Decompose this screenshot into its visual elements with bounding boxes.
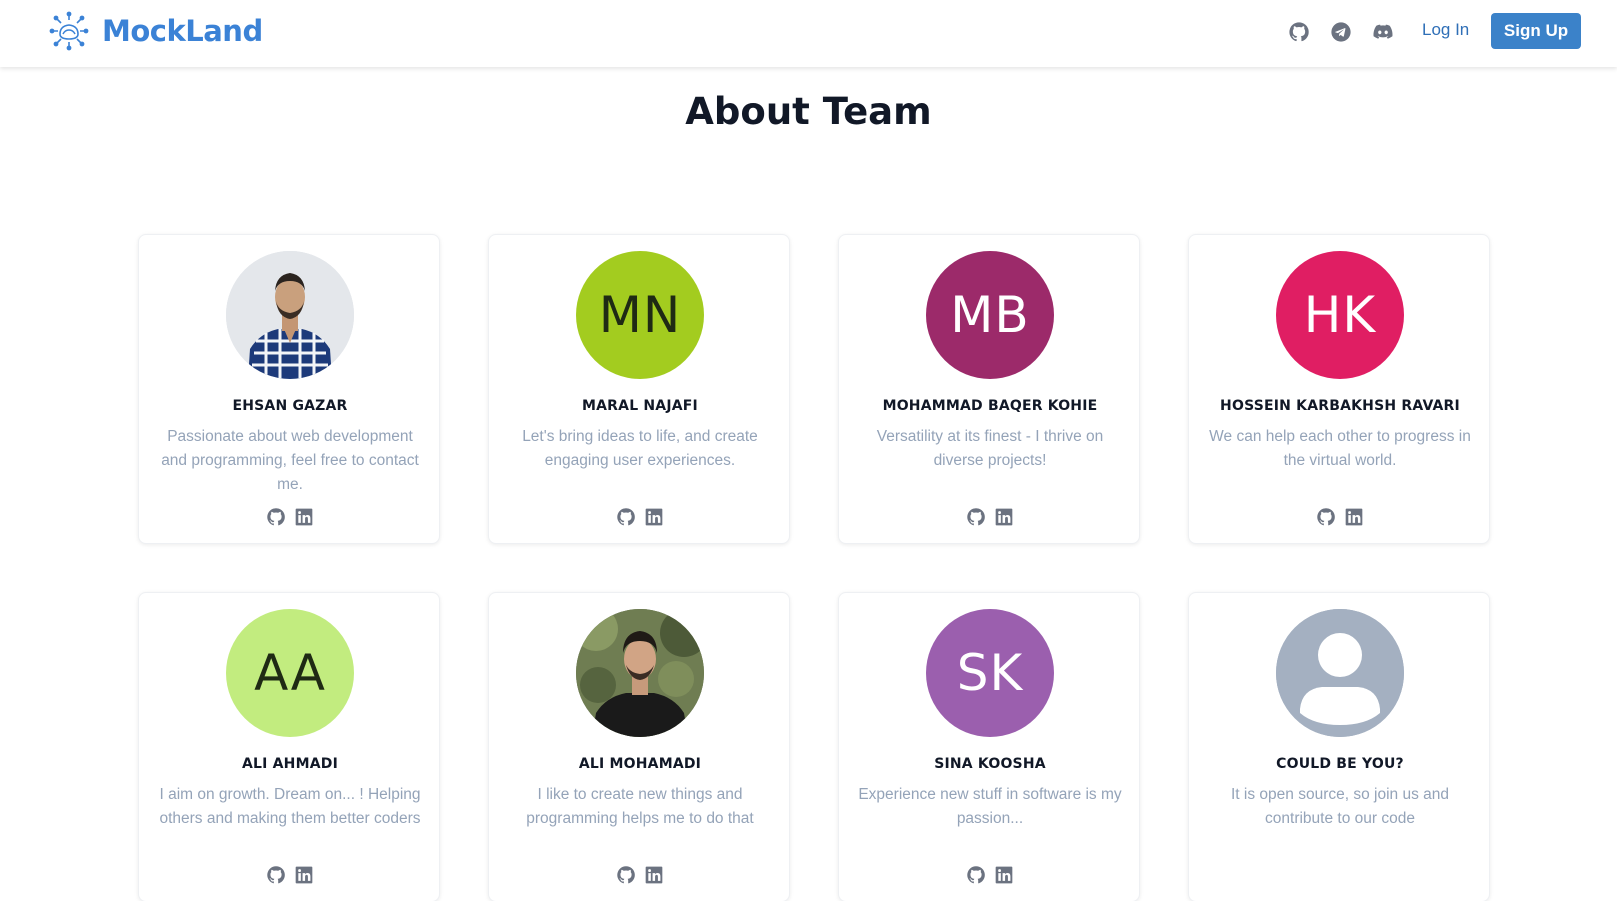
page-title: About Team [685,90,932,133]
avatar [226,251,354,379]
logo-icon [49,11,89,51]
github-icon[interactable] [966,507,986,527]
member-name: ALI MOHAMADI [578,756,702,772]
telegram-icon[interactable] [1330,21,1352,43]
member-name: SINA KOOSHA [934,756,1046,772]
avatar: SK [926,609,1054,737]
avatar: MB [926,251,1054,379]
team-card: ALI MOHAMADI I like to create new things… [488,592,790,901]
member-name: ALI AHMADI [242,756,338,772]
linkedin-icon[interactable] [1344,507,1364,527]
avatar: HK [1276,251,1404,379]
member-socials [139,507,441,527]
member-bio: I aim on growth. Dream on... ! Helping o… [159,786,421,827]
navbar: MockLand Log In Sign Up [0,0,1617,67]
linkedin-icon[interactable] [294,507,314,527]
member-socials [139,865,441,885]
signup-button[interactable]: Sign Up [1491,13,1581,49]
person-photo-icon [576,609,704,737]
avatar [1276,609,1404,737]
member-bio: It is open source, so join us and contri… [1231,786,1449,827]
github-icon[interactable] [966,865,986,885]
github-icon[interactable] [266,865,286,885]
brand-logo[interactable]: MockLand [48,10,263,52]
member-socials [489,865,791,885]
avatar-initials: HK [1303,286,1377,344]
member-bio: I like to create new things and programm… [526,786,754,827]
member-bio: Let's bring ideas to life, and create en… [522,428,758,469]
avatar-initials: AA [254,644,326,702]
member-name: HOSSEIN KARBAKHSH RAVARI [1220,398,1460,414]
team-card: MN MARAL NAJAFI Let's bring ideas to lif… [488,234,790,544]
avatar-initials: SK [956,644,1024,702]
team-grid: EHSAN GAZAR Passionate about web develop… [138,234,1490,901]
team-card: AA ALI AHMADI I aim on growth. Dream on.… [138,592,440,901]
member-name: MOHAMMAD BAQER KOHIE [882,398,1098,414]
member-name: EHSAN GAZAR [232,398,348,414]
github-icon[interactable] [1288,21,1310,43]
linkedin-icon[interactable] [644,507,664,527]
linkedin-icon[interactable] [994,507,1014,527]
linkedin-icon[interactable] [294,865,314,885]
team-card: HK HOSSEIN KARBAKHSH RAVARI We can help … [1188,234,1490,544]
member-bio: Passionate about web development and pro… [161,428,419,493]
user-placeholder-icon [1276,609,1404,737]
github-icon[interactable] [266,507,286,527]
avatar: AA [226,609,354,737]
avatar-initials: MN [598,286,682,344]
avatar [576,609,704,737]
member-bio: Experience new stuff in software is my p… [858,786,1122,827]
team-card: SK SINA KOOSHA Experience new stuff in s… [838,592,1140,901]
avatar: MN [576,251,704,379]
avatar-initials: MB [950,286,1030,344]
member-name: MARAL NAJAFI [582,398,698,414]
login-link[interactable]: Log In [1422,20,1469,40]
team-card: EHSAN GAZAR Passionate about web develop… [138,234,440,544]
linkedin-icon[interactable] [644,865,664,885]
github-icon[interactable] [616,507,636,527]
member-socials [1189,507,1491,527]
github-icon[interactable] [616,865,636,885]
linkedin-icon[interactable] [994,865,1014,885]
discord-icon[interactable] [1372,21,1394,43]
member-socials [839,865,1141,885]
member-bio: We can help each other to progress in th… [1209,428,1471,469]
team-card: MB MOHAMMAD BAQER KOHIE Versatility at i… [838,234,1140,544]
member-bio: Versatility at its finest - I thrive on … [876,428,1104,469]
member-name: COULD BE YOU? [1276,756,1404,772]
member-socials [839,507,1141,527]
github-icon[interactable] [1316,507,1336,527]
brand-name: MockLand [102,14,263,48]
member-socials [489,507,791,527]
person-photo-icon [226,251,354,379]
team-card: COULD BE YOU? It is open source, so join… [1188,592,1490,901]
social-links [1288,21,1394,43]
